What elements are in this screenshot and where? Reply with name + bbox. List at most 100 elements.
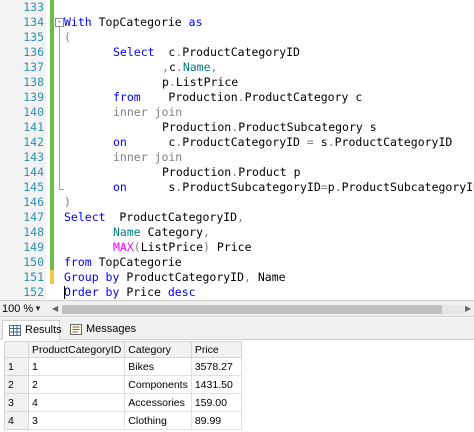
zoom-dropdown-icon[interactable]: ▼ xyxy=(34,302,42,316)
tab-results[interactable]: Results xyxy=(2,320,62,340)
results-grid[interactable]: ProductCategoryID Category Price 1 1 Bik… xyxy=(0,341,474,432)
code-line-151: Group by ProductCategoryID, Name xyxy=(64,270,286,285)
code-line-136: Select c.ProductCategoryID xyxy=(113,45,300,60)
column-header[interactable]: Price xyxy=(190,341,242,358)
row-number[interactable]: 4 xyxy=(4,411,29,430)
column-header[interactable]: ProductCategoryID xyxy=(27,341,126,358)
code-text: Name xyxy=(250,270,286,284)
code-text: Category xyxy=(140,225,204,239)
code-text: Price xyxy=(119,285,168,299)
cell-product-category-id[interactable]: 4 xyxy=(27,393,126,412)
cell-category[interactable]: Accessories xyxy=(124,393,192,412)
column-header[interactable]: Category xyxy=(124,341,192,358)
code-text: s xyxy=(313,135,328,149)
comma: , xyxy=(203,225,210,239)
line-number: 142 xyxy=(23,135,44,149)
keyword: With xyxy=(64,15,92,29)
code-line-135: ( xyxy=(64,30,71,45)
outline-fold-end xyxy=(59,189,64,190)
collapse-icon[interactable]: - xyxy=(55,18,64,27)
table-row[interactable]: 2 2 Components 1431.50 xyxy=(4,375,242,394)
code-line-140: inner join xyxy=(113,105,182,120)
cell-price[interactable]: 1431.50 xyxy=(190,375,242,394)
row-number[interactable]: 2 xyxy=(4,375,29,394)
code-text: ProductSubcategoryID xyxy=(341,180,474,194)
code-text: s xyxy=(126,180,176,194)
header-row: ProductCategoryID Category Price xyxy=(4,341,242,358)
code-line-144: Production.Product p xyxy=(162,165,301,180)
row-number-header xyxy=(4,341,29,358)
code-line-150: from TopCategorie xyxy=(64,255,182,270)
scroll-left-icon[interactable]: ◀ xyxy=(52,302,58,316)
dot: . xyxy=(334,180,342,194)
scrollbar-thumb[interactable] xyxy=(62,305,442,314)
keyword: as xyxy=(188,15,203,29)
dot: . xyxy=(237,90,245,104)
line-number: 146 xyxy=(23,195,44,209)
table-row[interactable]: 1 1 Bikes 3578.27 xyxy=(4,357,242,376)
code-text: Production xyxy=(162,165,232,179)
cell-price[interactable]: 159.00 xyxy=(190,393,242,412)
dot: . xyxy=(327,135,335,149)
code-line-152: Order by Price desc xyxy=(64,285,196,300)
cell-category[interactable]: Clothing xyxy=(124,411,192,430)
code-line-148: Name Category, xyxy=(113,225,210,240)
code-line-146: ) xyxy=(64,195,71,210)
scroll-right-icon[interactable]: ▶ xyxy=(465,302,471,316)
code-text: ProductCategoryID xyxy=(105,210,238,224)
row-number[interactable]: 3 xyxy=(4,393,29,412)
equals: = xyxy=(306,135,314,149)
cell-category[interactable]: Bikes xyxy=(124,357,192,376)
outline-fold-line xyxy=(59,26,60,190)
line-number: 149 xyxy=(23,240,44,254)
cell-product-category-id[interactable]: 2 xyxy=(27,375,126,394)
line-number: 151 xyxy=(23,270,44,284)
tab-messages[interactable]: Messages xyxy=(64,320,137,340)
equals: = xyxy=(320,180,328,194)
horizontal-scrollbar[interactable] xyxy=(62,305,464,314)
function-name: MAX xyxy=(113,240,134,254)
dot: . xyxy=(168,75,176,89)
cell-price[interactable]: 89.99 xyxy=(190,411,242,430)
code-text: TopCategorie xyxy=(91,255,182,269)
cell-price[interactable]: 3578.27 xyxy=(190,357,242,376)
query-editor[interactable]: - 133 134 135 136 137 138 139 140 141 14… xyxy=(0,0,474,300)
keyword: on xyxy=(113,180,127,194)
dot: . xyxy=(175,60,183,74)
code-text: c xyxy=(126,135,176,149)
results-table[interactable]: ProductCategoryID Category Price 1 1 Bik… xyxy=(4,341,242,430)
comma: , xyxy=(162,60,169,74)
code-text: c xyxy=(168,60,176,74)
line-number: 137 xyxy=(23,60,44,74)
line-number: 140 xyxy=(23,105,44,119)
editor-status-bar: 100 % ▼ ◀ ▶ xyxy=(0,300,474,317)
code-line-142: on c.ProductCategoryID = s.ProductCatego… xyxy=(113,135,452,150)
line-number: 145 xyxy=(23,180,44,194)
code-line-141: Production.ProductSubcategory s xyxy=(162,120,377,135)
code-text: Name xyxy=(182,60,211,74)
line-number: 144 xyxy=(23,165,44,179)
table-row[interactable]: 3 4 Accessories 159.00 xyxy=(4,393,242,412)
line-number: 150 xyxy=(23,255,44,269)
code-text: p xyxy=(327,180,335,194)
cell-product-category-id[interactable]: 3 xyxy=(27,411,126,430)
code-text: ProductCategoryID xyxy=(182,135,307,149)
keyword-join: inner join xyxy=(113,105,183,119)
keyword: from xyxy=(64,255,92,269)
keyword: desc xyxy=(167,285,196,299)
table-row[interactable]: 4 3 Clothing 89.99 xyxy=(4,411,242,430)
comma: , xyxy=(210,60,218,74)
code-text: Production xyxy=(140,90,238,104)
zoom-level[interactable]: 100 % xyxy=(2,302,33,316)
tab-messages-label: Messages xyxy=(86,323,137,335)
keyword: Order by xyxy=(64,285,120,299)
cell-product-category-id[interactable]: 1 xyxy=(27,357,126,376)
keyword: Select xyxy=(113,45,155,59)
code-line-145: on s.ProductSubcategoryID=p.ProductSubca… xyxy=(113,180,474,195)
code-text: Production xyxy=(162,120,232,134)
row-number[interactable]: 1 xyxy=(4,357,29,376)
keyword: Select xyxy=(64,210,106,224)
cte-name: TopCategorie xyxy=(91,15,189,29)
line-number: 136 xyxy=(23,45,44,59)
cell-category[interactable]: Components xyxy=(124,375,192,394)
